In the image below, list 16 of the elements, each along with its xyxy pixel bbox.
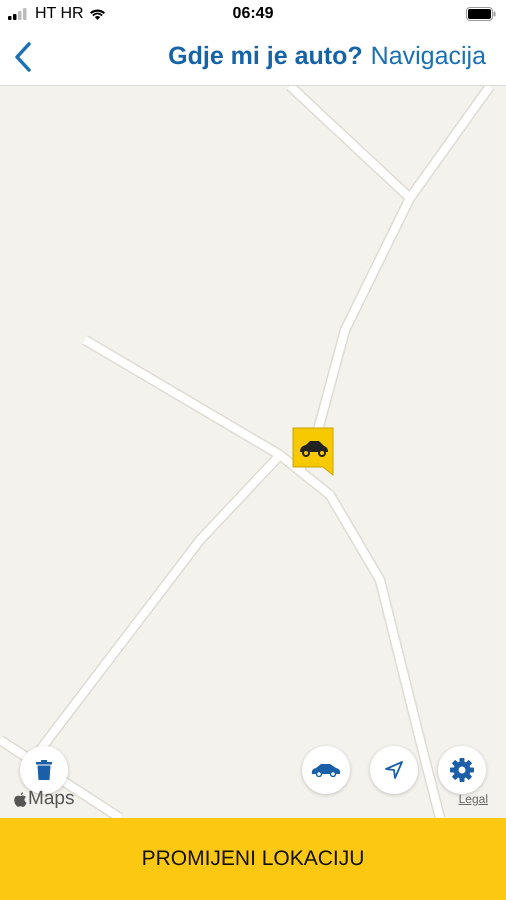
status-time: 06:49 [232,5,274,23]
screen-title: Gdje mi je auto? [168,42,363,71]
car-pin-icon[interactable] [292,427,334,477]
screen-subtitle: Navigacija [370,42,486,71]
apple-logo-icon [14,792,27,806]
settings-icon [450,758,474,782]
location-arrow-icon [385,761,403,779]
legal-link[interactable]: Legal [458,792,488,806]
change-location-button[interactable]: PROMIJENI LOKACIJU [0,818,506,900]
battery-icon [466,7,496,21]
wifi-icon [88,8,106,20]
maps-attribution: Maps [28,788,74,810]
car-icon [311,763,341,777]
carrier-name: HT HR [35,5,84,23]
trash-icon [36,760,52,780]
chevron-left-icon [14,40,32,72]
